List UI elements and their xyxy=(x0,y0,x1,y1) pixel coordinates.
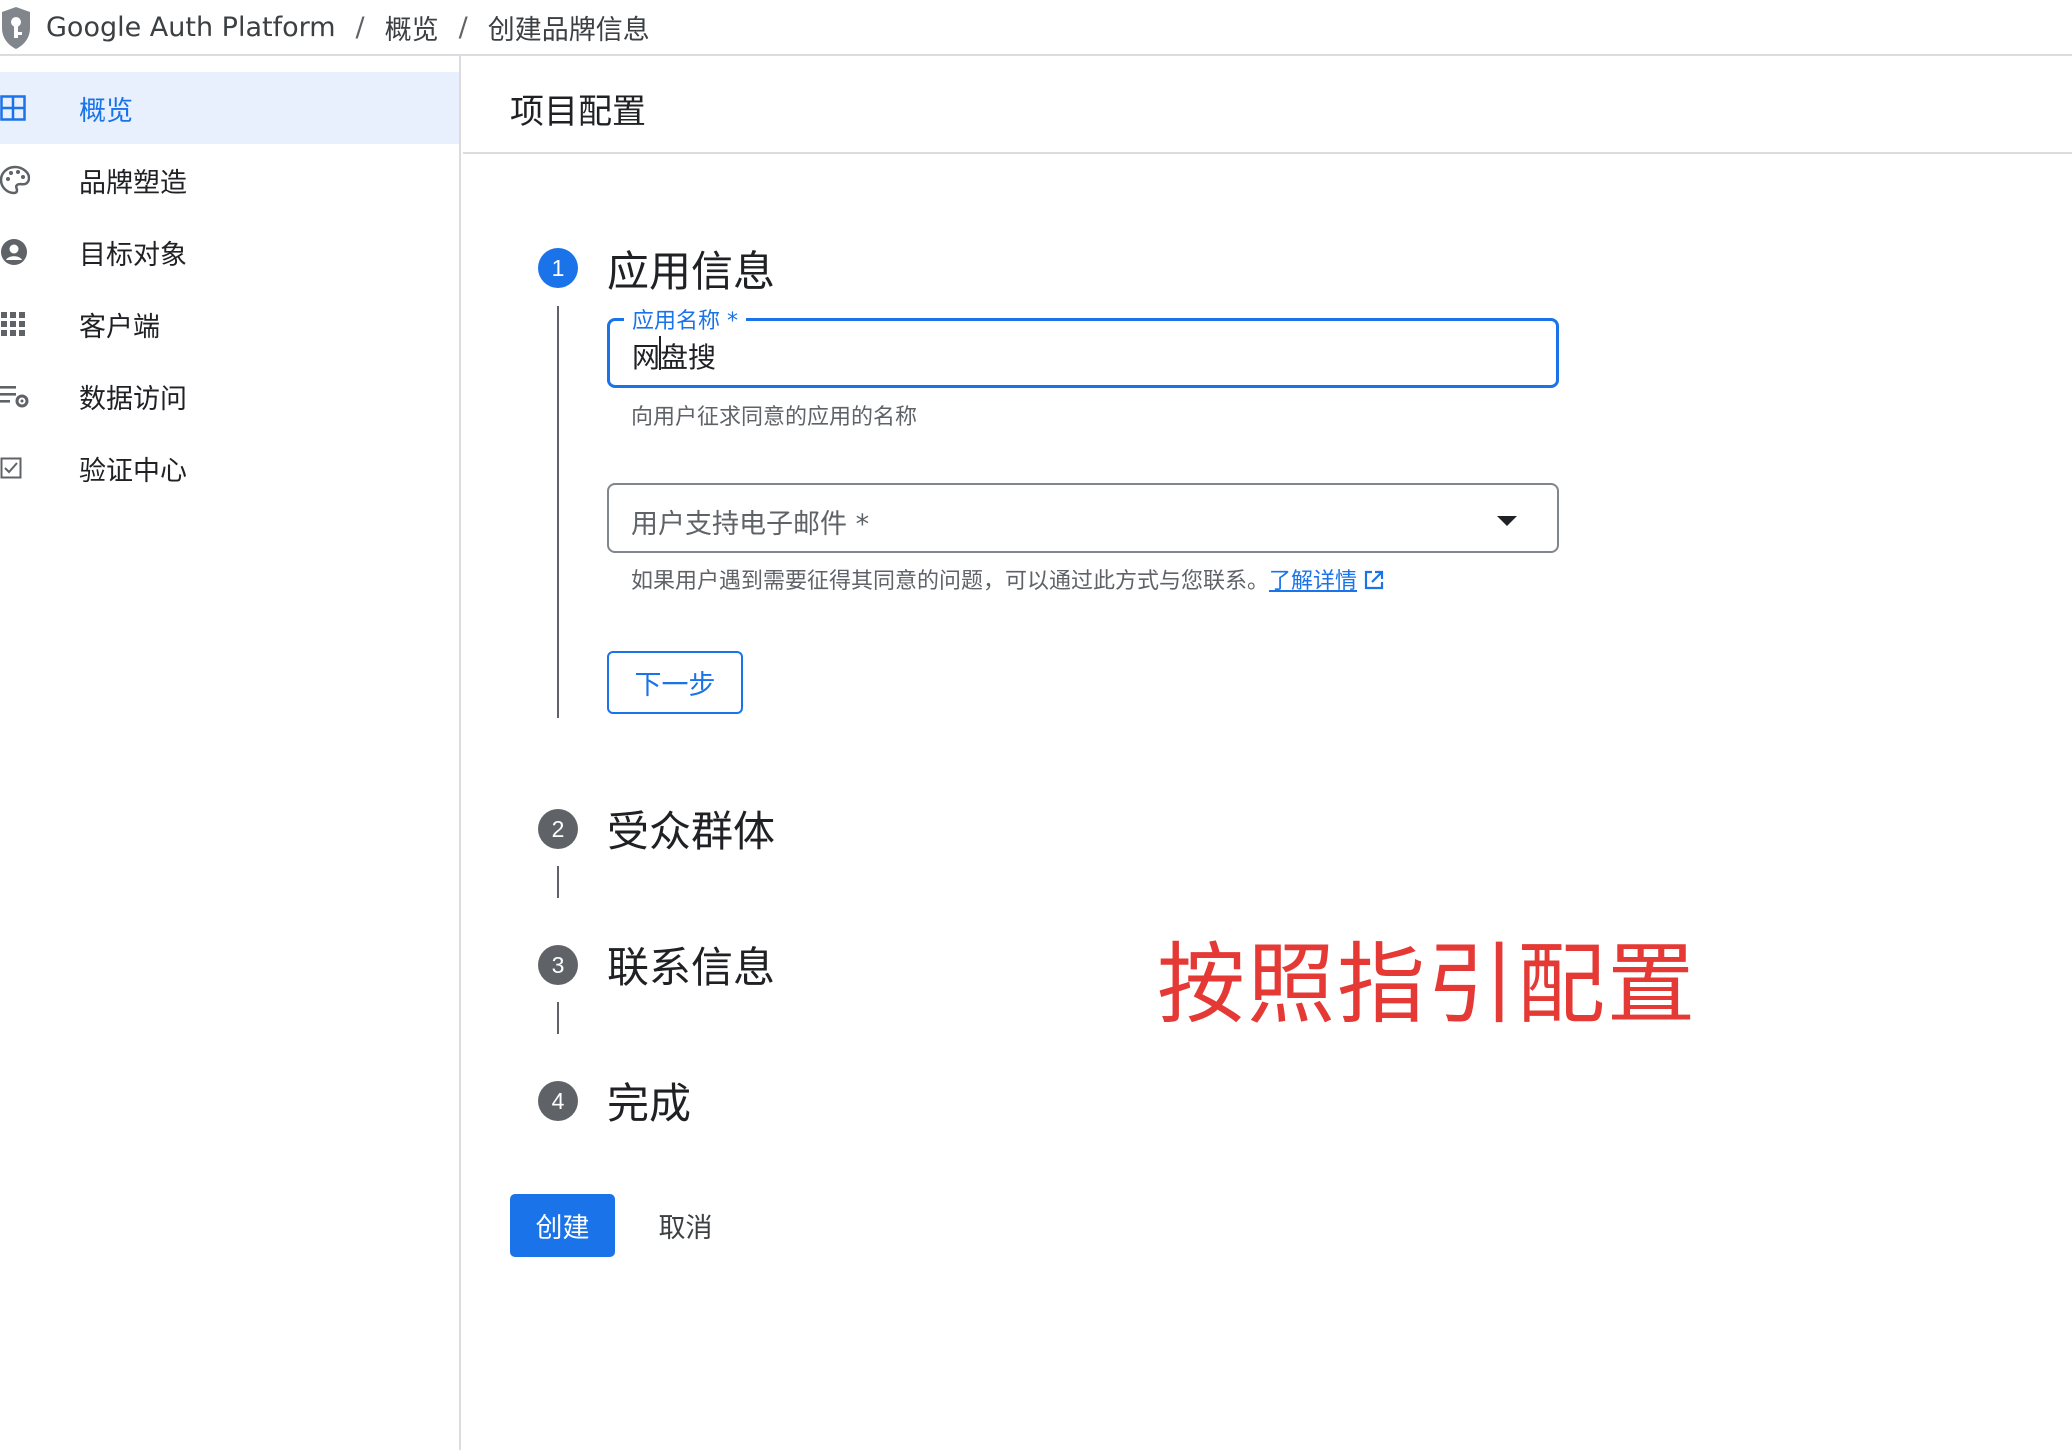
support-email-label: 用户支持电子邮件 * xyxy=(631,509,870,540)
annotation-text: 按照指引配置 xyxy=(1157,933,1698,1036)
sidebar-item-overview[interactable]: 概览 xyxy=(0,72,459,144)
breadcrumb-app[interactable]: Google Auth Platform xyxy=(46,12,336,43)
learn-more-link[interactable]: 了解详情 xyxy=(1269,569,1357,594)
step-connector xyxy=(557,306,559,718)
app-name-field[interactable]: 应用名称 * 网盘搜 xyxy=(607,303,1559,388)
sidebar-item-audience[interactable]: 目标对象 xyxy=(0,216,459,288)
app-name-value: 网盘搜 xyxy=(632,341,717,374)
sidebar: 概览 品牌塑造 目标对象 客户端 数据访问 验证中心 xyxy=(0,56,461,1450)
support-email-select[interactable]: 用户支持电子邮件 * xyxy=(607,483,1559,553)
auth-shield-icon xyxy=(2,7,30,49)
text-cursor xyxy=(659,336,661,370)
sidebar-item-label: 验证中心 xyxy=(79,455,187,487)
step-2-title: 受众群体 xyxy=(607,807,776,856)
support-email-hint-text: 如果用户遇到需要征得其同意的问题，可以通过此方式与您联系。 xyxy=(631,569,1270,594)
sidebar-item-branding[interactable]: 品牌塑造 xyxy=(0,144,459,216)
main-content: 项目配置 1 应用信息 应用名称 * 网盘搜 向用户征求同意的应用的名称 用户支… xyxy=(463,56,2072,1450)
step-3-indicator: 3 xyxy=(538,945,578,985)
page-header: 项目配置 xyxy=(463,56,2072,154)
dashboard-icon xyxy=(0,90,30,126)
sidebar-item-label: 客户端 xyxy=(79,311,160,343)
support-email-hint: 如果用户遇到需要征得其同意的问题，可以通过此方式与您联系。了解详情 xyxy=(631,563,1385,597)
step-connector xyxy=(557,1002,559,1034)
sidebar-item-verification[interactable]: 验证中心 xyxy=(0,432,459,504)
sidebar-item-data-access[interactable]: 数据访问 xyxy=(0,360,459,432)
sidebar-item-label: 品牌塑造 xyxy=(79,167,187,199)
next-button[interactable]: 下一步 xyxy=(607,651,743,714)
app-name-label: 应用名称 * xyxy=(624,303,746,335)
sidebar-item-clients[interactable]: 客户端 xyxy=(0,288,459,360)
step-1-title: 应用信息 xyxy=(607,247,776,296)
step-1-indicator: 1 xyxy=(538,248,578,288)
palette-icon xyxy=(0,162,30,198)
step-3-title: 联系信息 xyxy=(607,943,776,992)
breadcrumb: Google Auth Platform / 概览 / 创建品牌信息 xyxy=(46,0,650,54)
step-4-indicator: 4 xyxy=(538,1081,578,1121)
sidebar-item-label: 数据访问 xyxy=(79,383,187,415)
breadcrumb-separator: / xyxy=(458,11,468,43)
step-connector xyxy=(557,866,559,898)
dropdown-arrow-icon xyxy=(1497,516,1517,526)
page-title: 项目配置 xyxy=(510,92,646,132)
breadcrumb-overview[interactable]: 概览 xyxy=(385,8,439,47)
sidebar-item-label: 目标对象 xyxy=(79,239,187,271)
data-settings-icon xyxy=(0,378,30,414)
app-name-hint: 向用户征求同意的应用的名称 xyxy=(631,405,918,430)
breadcrumb-current: 创建品牌信息 xyxy=(487,14,650,46)
account-circle-icon xyxy=(0,234,30,270)
create-button[interactable]: 创建 xyxy=(510,1194,615,1257)
step-4-title: 完成 xyxy=(607,1079,692,1128)
checkbox-icon xyxy=(0,450,30,486)
breadcrumb-separator: / xyxy=(355,11,365,43)
cancel-button[interactable]: 取消 xyxy=(633,1194,738,1257)
step-2-indicator: 2 xyxy=(538,809,578,849)
external-link-icon[interactable] xyxy=(1363,569,1385,597)
sidebar-item-label: 概览 xyxy=(79,95,133,127)
top-bar: Google Auth Platform / 概览 / 创建品牌信息 xyxy=(0,0,2072,56)
apps-grid-icon xyxy=(0,306,30,342)
